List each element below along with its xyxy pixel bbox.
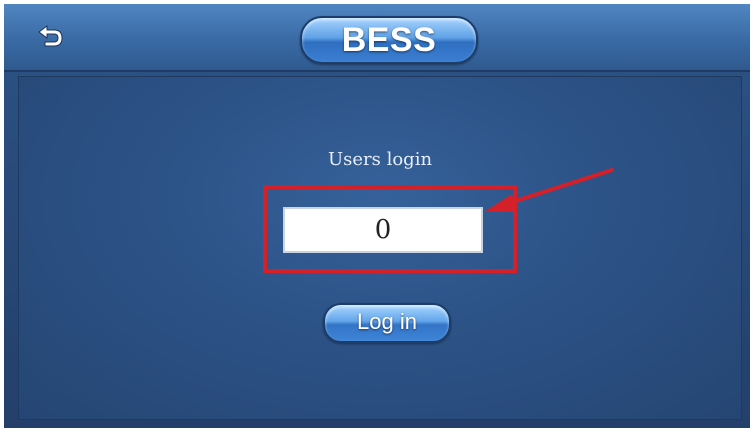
top-bar: BESS (4, 4, 750, 72)
back-arrow-icon (38, 25, 63, 47)
hmi-screen: BESS Users login 0 Log in (4, 4, 750, 428)
user-input-field[interactable]: 0 (283, 207, 483, 253)
login-panel: Users login 0 Log in (18, 76, 742, 420)
login-button[interactable]: Log in (323, 303, 451, 343)
back-button[interactable] (26, 18, 74, 54)
login-label: Users login (327, 149, 433, 170)
page-title: BESS (300, 16, 478, 64)
